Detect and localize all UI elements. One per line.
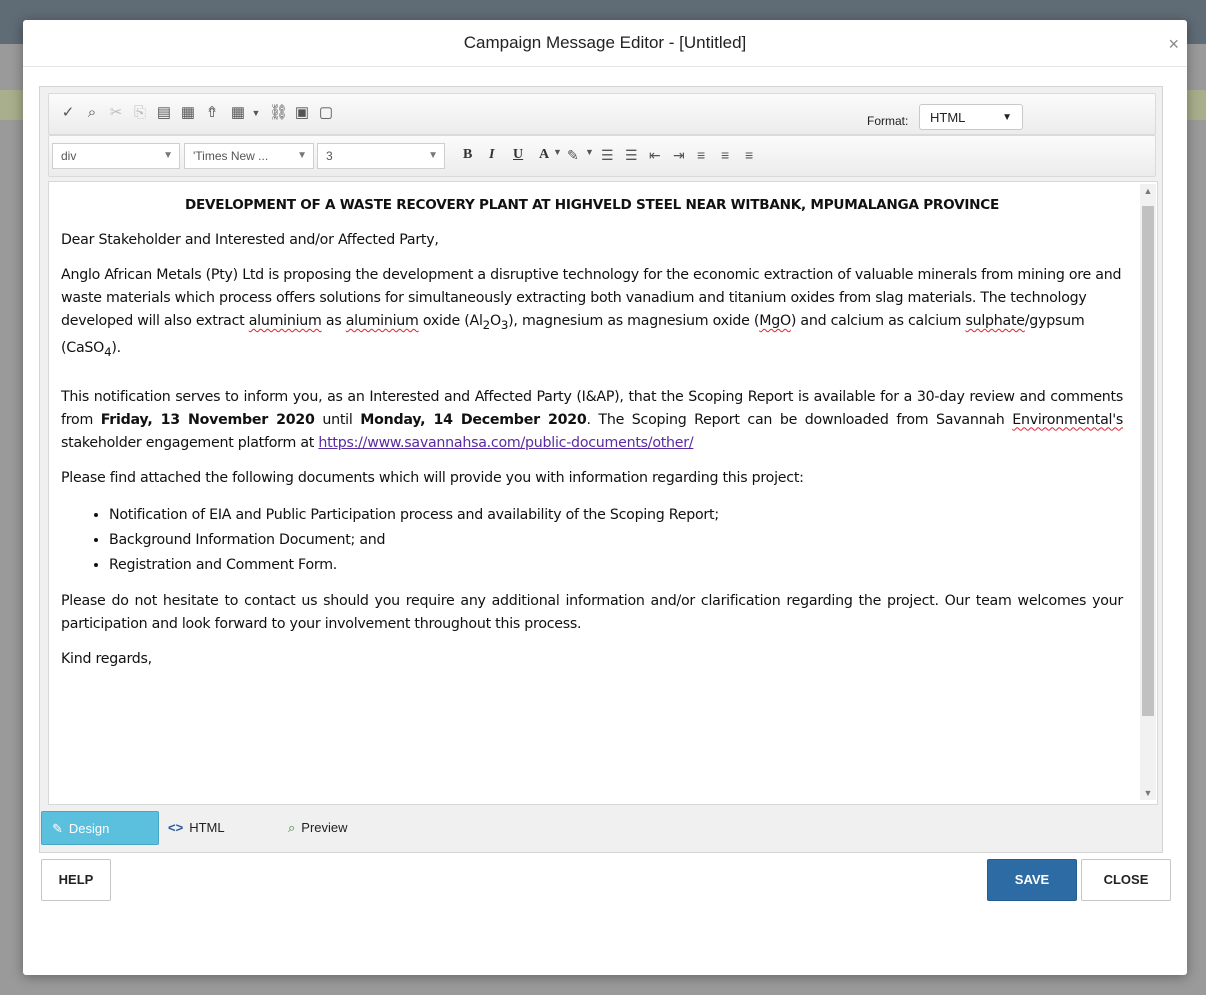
- chevron-down-icon: ▼: [1002, 112, 1012, 123]
- tab-preview[interactable]: ⌕ Preview: [288, 811, 388, 845]
- font-size-select[interactable]: 3 ▼: [317, 143, 445, 169]
- pencil-icon: ✎: [52, 821, 63, 836]
- format-select-value: HTML: [930, 110, 966, 125]
- tab-design[interactable]: ✎ Design: [41, 811, 159, 845]
- paragraph-2: This notification serves to inform you, …: [61, 388, 1124, 451]
- paragraph-3: Please find attached the following docum…: [61, 469, 804, 486]
- italic-button[interactable]: I: [489, 147, 494, 163]
- cut-icon[interactable]: ✂: [107, 104, 125, 122]
- block-format-value: div: [61, 149, 77, 163]
- insert-table-icon[interactable]: ▦: [229, 104, 247, 122]
- campaign-message-editor-dialog: Campaign Message Editor - [Untitled] × ✓…: [23, 20, 1187, 975]
- save-button[interactable]: SAVE: [987, 859, 1077, 901]
- toolbar-row-2: div ▼ 'Times New ... ▼ 3 ▼ B I U A ▼ ✎ ▼…: [48, 135, 1156, 177]
- tab-design-label: Design: [68, 821, 110, 836]
- table-dropdown-icon[interactable]: ▼: [247, 104, 265, 122]
- paste-plain-icon[interactable]: ▦: [179, 104, 197, 122]
- font-family-value: 'Times New ...: [193, 149, 269, 163]
- scroll-up-icon[interactable]: ▲: [1140, 186, 1156, 196]
- title-divider: [23, 66, 1187, 67]
- underline-button[interactable]: U: [513, 147, 523, 163]
- chevron-down-icon: ▼: [428, 150, 438, 161]
- tab-html-label: HTML: [189, 820, 225, 835]
- align-left-icon[interactable]: ≡: [697, 147, 705, 163]
- code-icon: <>: [168, 820, 184, 835]
- font-color-button[interactable]: A: [539, 147, 549, 163]
- scrollbar-thumb[interactable]: [1142, 206, 1154, 716]
- document-heading: DEVELOPMENT OF A WASTE RECOVERY PLANT AT…: [184, 197, 1000, 213]
- font-size-value: 3: [326, 149, 333, 163]
- find-icon[interactable]: ⌕: [83, 104, 101, 122]
- indent-icon[interactable]: ⇥: [673, 147, 685, 164]
- message-document[interactable]: DEVELOPMENT OF A WASTE RECOVERY PLANT AT…: [61, 182, 1123, 671]
- insert-link-icon[interactable]: ⛓: [269, 104, 288, 122]
- chevron-down-icon: ▼: [163, 150, 173, 161]
- insert-image-icon[interactable]: ▣: [293, 104, 311, 122]
- attachments-list: Notification of EIA and Public Participa…: [61, 503, 1123, 578]
- paste-icon[interactable]: ▤: [155, 104, 173, 122]
- list-item: Registration and Comment Form.: [109, 553, 1123, 578]
- insert-symbol-icon[interactable]: ⇮: [203, 104, 221, 122]
- font-family-select[interactable]: 'Times New ... ▼: [184, 143, 314, 169]
- outdent-icon[interactable]: ⇤: [649, 147, 661, 164]
- copy-icon[interactable]: ⎘: [131, 104, 149, 122]
- magnifier-icon: ⌕: [288, 820, 296, 835]
- dialog-title: Campaign Message Editor - [Untitled]: [463, 33, 747, 52]
- spellcheck-icon[interactable]: ✓: [59, 104, 77, 122]
- close-icon[interactable]: ×: [1168, 34, 1179, 55]
- toolbar-row-1: ✓ ⌕ ✂ ⎘ ▤ ▦ ⇮ ▦ ▼ ⛓ ▣ ▢ Format: HTML ▼: [48, 93, 1156, 135]
- format-select[interactable]: HTML ▼: [919, 104, 1023, 130]
- numbered-list-icon[interactable]: ☰: [601, 147, 614, 164]
- block-format-select[interactable]: div ▼: [52, 143, 180, 169]
- bullet-list-icon[interactable]: ☰: [625, 147, 638, 164]
- close-button[interactable]: CLOSE: [1081, 859, 1171, 901]
- format-label: Format:: [867, 114, 909, 128]
- list-item: Notification of EIA and Public Participa…: [109, 503, 1123, 528]
- scoping-report-link[interactable]: https://www.savannahsa.com/public-docume…: [318, 435, 693, 451]
- paragraph-4: Please do not hesitate to contact us sho…: [61, 592, 1123, 632]
- tab-html[interactable]: <> HTML: [168, 811, 258, 845]
- tab-preview-label: Preview: [301, 820, 348, 835]
- insert-text-icon[interactable]: ▢: [317, 104, 335, 122]
- highlight-dropdown-icon[interactable]: ▼: [585, 147, 594, 157]
- scroll-down-icon[interactable]: ▼: [1140, 788, 1156, 798]
- chevron-down-icon: ▼: [297, 150, 307, 161]
- font-color-dropdown-icon[interactable]: ▼: [553, 147, 562, 157]
- salutation: Dear Stakeholder and Interested and/or A…: [61, 232, 439, 248]
- list-item: Background Information Document; and: [109, 528, 1123, 553]
- bold-button[interactable]: B: [463, 147, 472, 163]
- align-center-icon[interactable]: ≡: [721, 147, 729, 163]
- help-button[interactable]: HELP: [41, 859, 111, 901]
- vertical-scrollbar[interactable]: ▲ ▼: [1140, 184, 1156, 800]
- highlight-icon[interactable]: ✎: [567, 147, 579, 164]
- editor-content-area[interactable]: DEVELOPMENT OF A WASTE RECOVERY PLANT AT…: [48, 181, 1158, 805]
- paragraph-1: Anglo African Metals (Pty) Ltd is propos…: [61, 267, 1122, 359]
- align-right-icon[interactable]: ≡: [745, 147, 753, 163]
- closing: Kind regards,: [61, 650, 152, 667]
- rich-text-editor: ✓ ⌕ ✂ ⎘ ▤ ▦ ⇮ ▦ ▼ ⛓ ▣ ▢ Format: HTML ▼ d…: [39, 86, 1163, 853]
